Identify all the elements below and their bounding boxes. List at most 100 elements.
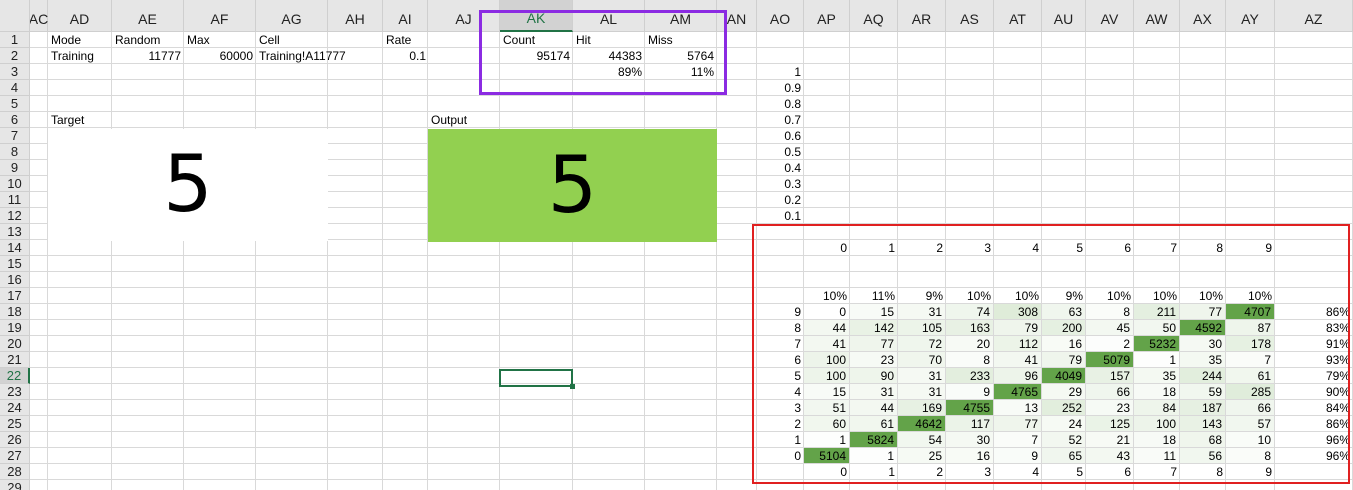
matrix-cell[interactable]: 51: [804, 400, 849, 415]
column-header-at[interactable]: AT: [994, 0, 1042, 32]
matrix-cell[interactable]: 31: [898, 368, 945, 383]
matrix-cell[interactable]: 9: [994, 448, 1041, 463]
matrix-column-percent[interactable]: 10%: [1180, 288, 1226, 304]
matrix-cell[interactable]: 21: [1086, 432, 1133, 447]
scale-label[interactable]: 0.1: [757, 208, 804, 224]
matrix-cell[interactable]: 15: [804, 384, 849, 399]
scale-label[interactable]: 0.8: [757, 96, 804, 112]
matrix-cell[interactable]: 31: [898, 304, 945, 319]
matrix-cell[interactable]: 16: [946, 448, 993, 463]
matrix-row-percent[interactable]: 83%: [1275, 320, 1353, 336]
matrix-cell[interactable]: 4707: [1226, 304, 1274, 319]
matrix-cell[interactable]: 30: [1180, 336, 1225, 351]
matrix-cell[interactable]: 61: [850, 416, 897, 431]
matrix-column-footer[interactable]: 6: [1086, 464, 1134, 480]
matrix-cell[interactable]: 44: [804, 320, 849, 335]
matrix-row-percent[interactable]: 96%: [1275, 448, 1353, 464]
matrix-column-header[interactable]: 5: [1042, 240, 1086, 256]
row-header-16[interactable]: 16: [0, 272, 30, 288]
matrix-column-footer[interactable]: 5: [1042, 464, 1086, 480]
column-header-ag[interactable]: AG: [256, 0, 328, 32]
matrix-cell[interactable]: 35: [1134, 368, 1179, 383]
matrix-row-label[interactable]: 3: [757, 400, 804, 416]
row-header-7[interactable]: 7: [0, 128, 30, 144]
matrix-cell[interactable]: 77: [1180, 304, 1225, 319]
row-header-8[interactable]: 8: [0, 144, 30, 160]
matrix-cell[interactable]: 57: [1226, 416, 1274, 431]
matrix-cell[interactable]: 68: [1180, 432, 1225, 447]
matrix-column-header[interactable]: 1: [850, 240, 898, 256]
matrix-cell[interactable]: 4592: [1180, 320, 1225, 335]
matrix-cell[interactable]: 10: [1226, 432, 1274, 447]
mode-label[interactable]: Mode: [48, 32, 84, 48]
matrix-cell[interactable]: 211: [1134, 304, 1179, 319]
matrix-cell[interactable]: 285: [1226, 384, 1274, 399]
matrix-cell[interactable]: 187: [1180, 400, 1225, 415]
output-label[interactable]: Output: [428, 112, 470, 128]
matrix-column-footer[interactable]: 0: [804, 464, 850, 480]
matrix-cell[interactable]: 142: [850, 320, 897, 335]
matrix-column-header[interactable]: 6: [1086, 240, 1134, 256]
cell-label[interactable]: Cell: [256, 32, 283, 48]
active-cell-cursor[interactable]: [499, 369, 573, 387]
matrix-cell[interactable]: 90: [850, 368, 897, 383]
rate-value[interactable]: 0.1: [383, 48, 429, 64]
matrix-cell[interactable]: 24: [1042, 416, 1085, 431]
random-value[interactable]: 11777: [112, 48, 184, 64]
column-header-ae[interactable]: AE: [112, 0, 184, 32]
column-header-az[interactable]: AZ: [1275, 0, 1353, 32]
matrix-column-header[interactable]: 0: [804, 240, 850, 256]
matrix-cell[interactable]: 0: [804, 304, 849, 319]
column-header-ad[interactable]: AD: [48, 0, 112, 32]
matrix-column-footer[interactable]: 9: [1226, 464, 1275, 480]
matrix-cell[interactable]: 200: [1042, 320, 1085, 335]
matrix-row-label[interactable]: 8: [757, 320, 804, 336]
matrix-cell[interactable]: 84: [1134, 400, 1179, 415]
matrix-cell[interactable]: 5232: [1134, 336, 1179, 351]
matrix-cell[interactable]: 252: [1042, 400, 1085, 415]
row-header-24[interactable]: 24: [0, 400, 30, 416]
matrix-column-percent[interactable]: 9%: [898, 288, 946, 304]
row-header-13[interactable]: 13: [0, 224, 30, 240]
matrix-row-label[interactable]: 4: [757, 384, 804, 400]
matrix-column-footer[interactable]: 8: [1180, 464, 1226, 480]
matrix-cell[interactable]: 60: [804, 416, 849, 431]
matrix-cell[interactable]: 1: [850, 448, 897, 463]
column-header-an[interactable]: AN: [717, 0, 757, 32]
matrix-row-percent[interactable]: 79%: [1275, 368, 1353, 384]
matrix-row-label[interactable]: 6: [757, 352, 804, 368]
matrix-cell[interactable]: 4755: [946, 400, 993, 415]
hit-label[interactable]: Hit: [573, 32, 594, 48]
matrix-cell[interactable]: 125: [1086, 416, 1133, 431]
scale-label[interactable]: 0.6: [757, 128, 804, 144]
row-header-23[interactable]: 23: [0, 384, 30, 400]
matrix-cell[interactable]: 143: [1180, 416, 1225, 431]
random-label[interactable]: Random: [112, 32, 163, 48]
matrix-column-percent[interactable]: 10%: [994, 288, 1042, 304]
miss-percent[interactable]: 11%: [645, 64, 717, 80]
max-label[interactable]: Max: [184, 32, 213, 48]
row-header-6[interactable]: 6: [0, 112, 30, 128]
matrix-row-percent[interactable]: 96%: [1275, 432, 1353, 448]
matrix-row-percent[interactable]: 91%: [1275, 336, 1353, 352]
matrix-row-percent[interactable]: 93%: [1275, 352, 1353, 368]
row-header-18[interactable]: 18: [0, 304, 30, 320]
matrix-cell[interactable]: 4049: [1042, 368, 1085, 383]
count-label[interactable]: Count: [500, 32, 538, 48]
scale-label[interactable]: 0.9: [757, 80, 804, 96]
scale-label[interactable]: 0.4: [757, 160, 804, 176]
matrix-cell[interactable]: 41: [994, 352, 1041, 367]
matrix-cell[interactable]: 77: [994, 416, 1041, 431]
column-header-ah[interactable]: AH: [328, 0, 383, 32]
select-all-corner[interactable]: [0, 0, 30, 32]
matrix-cell[interactable]: 5079: [1086, 352, 1133, 367]
matrix-row-percent[interactable]: 84%: [1275, 400, 1353, 416]
matrix-cell[interactable]: 65: [1042, 448, 1085, 463]
row-header-1[interactable]: 1: [0, 32, 30, 48]
column-header-aw[interactable]: AW: [1134, 0, 1180, 32]
matrix-column-percent[interactable]: 10%: [1226, 288, 1275, 304]
matrix-cell[interactable]: 2: [1086, 336, 1133, 351]
row-header-19[interactable]: 19: [0, 320, 30, 336]
matrix-cell[interactable]: 13: [994, 400, 1041, 415]
matrix-column-header[interactable]: 9: [1226, 240, 1275, 256]
